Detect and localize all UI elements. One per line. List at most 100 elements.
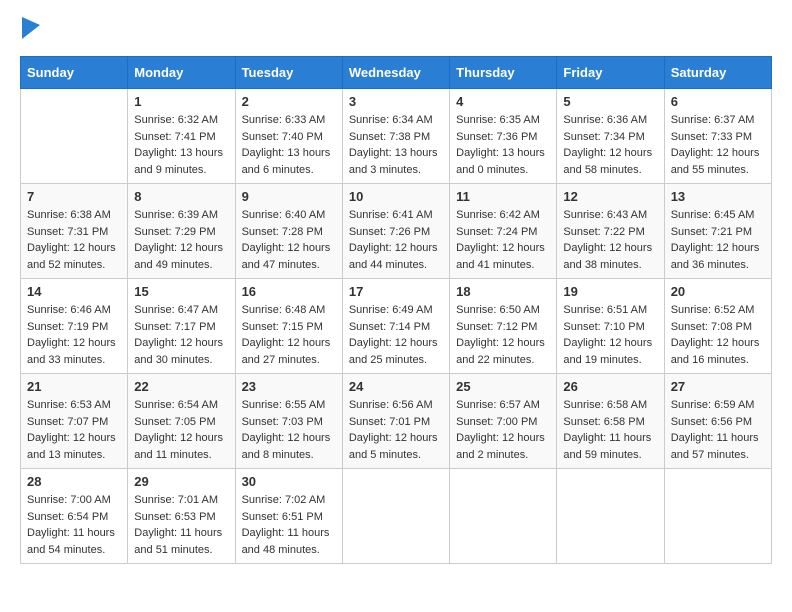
calendar-cell: 9 Sunrise: 6:40 AM Sunset: 7:28 PM Dayli… — [235, 184, 342, 279]
day-info: Sunrise: 6:58 AM Sunset: 6:58 PM Dayligh… — [563, 397, 657, 463]
day-info: Sunrise: 7:01 AM Sunset: 6:53 PM Dayligh… — [134, 492, 228, 558]
sunrise-text: Sunrise: 6:53 AM — [27, 397, 121, 414]
sunset-text: Sunset: 7:31 PM — [27, 224, 121, 241]
calendar-week-4: 21 Sunrise: 6:53 AM Sunset: 7:07 PM Dayl… — [21, 374, 772, 469]
calendar-cell: 28 Sunrise: 7:00 AM Sunset: 6:54 PM Dayl… — [21, 469, 128, 564]
calendar-cell: 17 Sunrise: 6:49 AM Sunset: 7:14 PM Dayl… — [342, 279, 449, 374]
sunrise-text: Sunrise: 6:38 AM — [27, 207, 121, 224]
sunset-text: Sunset: 6:51 PM — [242, 509, 336, 526]
day-info: Sunrise: 6:45 AM Sunset: 7:21 PM Dayligh… — [671, 207, 765, 273]
sunrise-text: Sunrise: 6:42 AM — [456, 207, 550, 224]
calendar-week-1: 1 Sunrise: 6:32 AM Sunset: 7:41 PM Dayli… — [21, 89, 772, 184]
calendar-table: SundayMondayTuesdayWednesdayThursdayFrid… — [20, 56, 772, 564]
daylight-text: Daylight: 12 hours and 2 minutes. — [456, 430, 550, 463]
calendar-cell: 14 Sunrise: 6:46 AM Sunset: 7:19 PM Dayl… — [21, 279, 128, 374]
daylight-text: Daylight: 12 hours and 58 minutes. — [563, 145, 657, 178]
day-number: 14 — [27, 284, 121, 299]
day-number: 8 — [134, 189, 228, 204]
daylight-text: Daylight: 12 hours and 47 minutes. — [242, 240, 336, 273]
sunrise-text: Sunrise: 6:52 AM — [671, 302, 765, 319]
daylight-text: Daylight: 11 hours and 54 minutes. — [27, 525, 121, 558]
day-number: 23 — [242, 379, 336, 394]
day-info: Sunrise: 7:02 AM Sunset: 6:51 PM Dayligh… — [242, 492, 336, 558]
sunset-text: Sunset: 7:21 PM — [671, 224, 765, 241]
calendar-header-tuesday: Tuesday — [235, 57, 342, 89]
calendar-cell — [664, 469, 771, 564]
sunrise-text: Sunrise: 7:00 AM — [27, 492, 121, 509]
calendar-header-sunday: Sunday — [21, 57, 128, 89]
day-number: 10 — [349, 189, 443, 204]
day-info: Sunrise: 6:32 AM Sunset: 7:41 PM Dayligh… — [134, 112, 228, 178]
sunrise-text: Sunrise: 6:39 AM — [134, 207, 228, 224]
day-info: Sunrise: 6:34 AM Sunset: 7:38 PM Dayligh… — [349, 112, 443, 178]
day-info: Sunrise: 6:50 AM Sunset: 7:12 PM Dayligh… — [456, 302, 550, 368]
day-info: Sunrise: 6:52 AM Sunset: 7:08 PM Dayligh… — [671, 302, 765, 368]
logo-icon — [22, 17, 40, 39]
daylight-text: Daylight: 12 hours and 52 minutes. — [27, 240, 121, 273]
sunrise-text: Sunrise: 6:43 AM — [563, 207, 657, 224]
day-number: 4 — [456, 94, 550, 109]
sunrise-text: Sunrise: 6:58 AM — [563, 397, 657, 414]
day-number: 22 — [134, 379, 228, 394]
daylight-text: Daylight: 13 hours and 0 minutes. — [456, 145, 550, 178]
sunset-text: Sunset: 6:53 PM — [134, 509, 228, 526]
sunrise-text: Sunrise: 6:55 AM — [242, 397, 336, 414]
sunset-text: Sunset: 7:26 PM — [349, 224, 443, 241]
calendar-cell: 11 Sunrise: 6:42 AM Sunset: 7:24 PM Dayl… — [450, 184, 557, 279]
day-number: 18 — [456, 284, 550, 299]
calendar-week-3: 14 Sunrise: 6:46 AM Sunset: 7:19 PM Dayl… — [21, 279, 772, 374]
day-info: Sunrise: 6:40 AM Sunset: 7:28 PM Dayligh… — [242, 207, 336, 273]
sunrise-text: Sunrise: 6:54 AM — [134, 397, 228, 414]
day-info: Sunrise: 6:43 AM Sunset: 7:22 PM Dayligh… — [563, 207, 657, 273]
sunrise-text: Sunrise: 6:51 AM — [563, 302, 657, 319]
sunrise-text: Sunrise: 6:50 AM — [456, 302, 550, 319]
calendar-cell: 30 Sunrise: 7:02 AM Sunset: 6:51 PM Dayl… — [235, 469, 342, 564]
day-info: Sunrise: 6:55 AM Sunset: 7:03 PM Dayligh… — [242, 397, 336, 463]
sunset-text: Sunset: 7:19 PM — [27, 319, 121, 336]
calendar-cell: 18 Sunrise: 6:50 AM Sunset: 7:12 PM Dayl… — [450, 279, 557, 374]
daylight-text: Daylight: 12 hours and 41 minutes. — [456, 240, 550, 273]
day-info: Sunrise: 6:53 AM Sunset: 7:07 PM Dayligh… — [27, 397, 121, 463]
day-number: 9 — [242, 189, 336, 204]
day-info: Sunrise: 6:49 AM Sunset: 7:14 PM Dayligh… — [349, 302, 443, 368]
sunrise-text: Sunrise: 6:57 AM — [456, 397, 550, 414]
sunset-text: Sunset: 7:15 PM — [242, 319, 336, 336]
day-number: 13 — [671, 189, 765, 204]
calendar-cell — [342, 469, 449, 564]
day-number: 29 — [134, 474, 228, 489]
day-number: 30 — [242, 474, 336, 489]
sunset-text: Sunset: 7:22 PM — [563, 224, 657, 241]
calendar-cell: 20 Sunrise: 6:52 AM Sunset: 7:08 PM Dayl… — [664, 279, 771, 374]
day-number: 16 — [242, 284, 336, 299]
day-info: Sunrise: 6:41 AM Sunset: 7:26 PM Dayligh… — [349, 207, 443, 273]
sunset-text: Sunset: 7:08 PM — [671, 319, 765, 336]
sunset-text: Sunset: 7:12 PM — [456, 319, 550, 336]
sunrise-text: Sunrise: 6:32 AM — [134, 112, 228, 129]
day-number: 1 — [134, 94, 228, 109]
day-number: 12 — [563, 189, 657, 204]
day-info: Sunrise: 6:39 AM Sunset: 7:29 PM Dayligh… — [134, 207, 228, 273]
calendar-cell: 12 Sunrise: 6:43 AM Sunset: 7:22 PM Dayl… — [557, 184, 664, 279]
calendar-cell: 29 Sunrise: 7:01 AM Sunset: 6:53 PM Dayl… — [128, 469, 235, 564]
calendar-header-row: SundayMondayTuesdayWednesdayThursdayFrid… — [21, 57, 772, 89]
daylight-text: Daylight: 12 hours and 13 minutes. — [27, 430, 121, 463]
day-info: Sunrise: 6:47 AM Sunset: 7:17 PM Dayligh… — [134, 302, 228, 368]
daylight-text: Daylight: 13 hours and 9 minutes. — [134, 145, 228, 178]
sunset-text: Sunset: 7:38 PM — [349, 129, 443, 146]
day-number: 25 — [456, 379, 550, 394]
day-info: Sunrise: 6:37 AM Sunset: 7:33 PM Dayligh… — [671, 112, 765, 178]
calendar-header-thursday: Thursday — [450, 57, 557, 89]
calendar-cell: 10 Sunrise: 6:41 AM Sunset: 7:26 PM Dayl… — [342, 184, 449, 279]
daylight-text: Daylight: 11 hours and 48 minutes. — [242, 525, 336, 558]
calendar-cell: 26 Sunrise: 6:58 AM Sunset: 6:58 PM Dayl… — [557, 374, 664, 469]
daylight-text: Daylight: 11 hours and 59 minutes. — [563, 430, 657, 463]
calendar-cell: 2 Sunrise: 6:33 AM Sunset: 7:40 PM Dayli… — [235, 89, 342, 184]
day-info: Sunrise: 6:57 AM Sunset: 7:00 PM Dayligh… — [456, 397, 550, 463]
daylight-text: Daylight: 12 hours and 38 minutes. — [563, 240, 657, 273]
sunset-text: Sunset: 7:07 PM — [27, 414, 121, 431]
daylight-text: Daylight: 12 hours and 16 minutes. — [671, 335, 765, 368]
sunrise-text: Sunrise: 6:36 AM — [563, 112, 657, 129]
calendar-cell — [557, 469, 664, 564]
day-info: Sunrise: 6:51 AM Sunset: 7:10 PM Dayligh… — [563, 302, 657, 368]
sunset-text: Sunset: 7:24 PM — [456, 224, 550, 241]
